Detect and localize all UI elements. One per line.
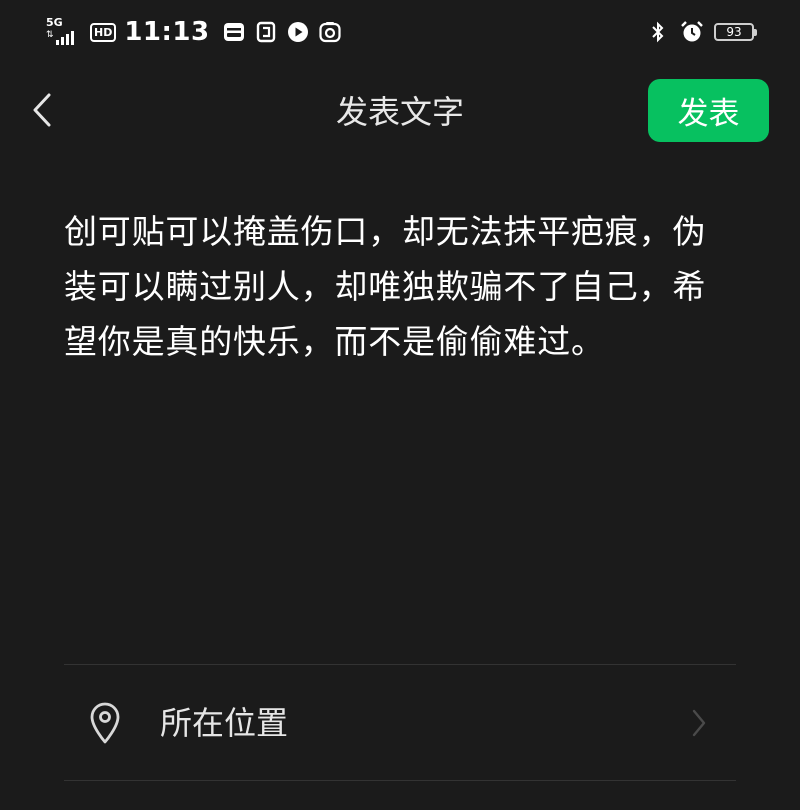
network-type: 5G [46,16,63,29]
hd-badge: HD [90,22,117,42]
sim-card-icon [222,20,246,44]
status-bar-left: 5G ⇅ HD 11:13 [46,14,342,50]
bluetooth-icon [646,20,670,44]
data-arrows-icon: ⇅ [46,30,54,40]
clipboard-icon [254,20,278,44]
location-row[interactable]: 所在位置 [64,668,736,778]
status-bar-right: 93 [646,16,757,48]
chevron-right-icon [692,709,706,737]
status-time: 11:13 [124,17,210,47]
status-bar: 5G ⇅ HD 11:13 93 [0,0,800,64]
divider [64,664,736,665]
publish-button[interactable]: 发表 [648,79,769,142]
play-icon [286,20,310,44]
camera-icon [318,20,342,44]
battery-icon: 93 [714,23,757,41]
cellular-signal-icon: 5G ⇅ [46,17,82,47]
location-pin-icon [90,702,120,744]
divider [64,780,736,781]
post-text-input[interactable]: 创可贴可以掩盖伤口，却无法抹平疤痕，伪装可以瞒过别人，却唯独欺骗不了自己，希望你… [64,204,714,369]
alarm-icon [680,20,704,44]
location-label: 所在位置 [160,704,289,742]
